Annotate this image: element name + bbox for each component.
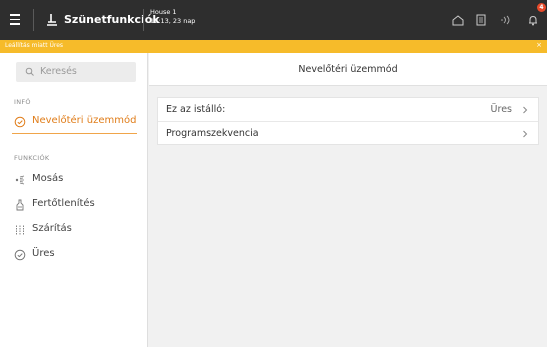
notification-badge: 4 xyxy=(537,3,546,12)
home-icon[interactable] xyxy=(451,13,465,27)
row-program-sequence[interactable]: Programszekvencia xyxy=(158,121,538,144)
app-title: Szünetfunkciók xyxy=(64,13,160,26)
notice-bar: Leállítás miatt Üres × xyxy=(0,40,547,53)
document-icon[interactable] xyxy=(474,13,488,27)
search-placeholder: Keresés xyxy=(40,66,77,77)
sidebar-item-drying[interactable]: Szárítás xyxy=(0,218,147,242)
sidebar-item-label: Szárítás xyxy=(32,223,72,234)
chevron-right-icon xyxy=(523,106,528,114)
search-input[interactable]: Keresés xyxy=(16,62,136,82)
search-icon xyxy=(25,67,34,76)
house-datetime: 12:13, 23 nap xyxy=(150,17,196,25)
signal-icon[interactable] xyxy=(499,13,513,27)
sidebar-item-washing[interactable]: Mosás xyxy=(0,168,147,192)
house-name: House 1 xyxy=(150,8,177,16)
row-this-barn[interactable]: Ez az istálló: Üres xyxy=(158,98,538,121)
notice-text: Leállítás miatt Üres xyxy=(5,42,64,49)
spray-icon xyxy=(15,175,25,185)
sidebar-item-empty[interactable]: Üres xyxy=(0,243,147,267)
disinfect-icon xyxy=(16,199,24,211)
circle-check-icon xyxy=(14,116,26,128)
divider xyxy=(33,9,34,31)
sidebar-item-label: Nevelőtéri üzemmód xyxy=(32,115,137,126)
close-icon[interactable]: × xyxy=(536,41,542,49)
chevron-right-icon xyxy=(523,130,528,138)
top-bar: Szünetfunkciók House 1 12:13, 23 nap 4 xyxy=(0,0,547,40)
section-label-info: INFÓ xyxy=(14,98,31,106)
settings-card: Ez az istálló: Üres Programszekvencia xyxy=(157,97,539,145)
sidebar-item-label: Mosás xyxy=(32,173,64,184)
cow-icon xyxy=(47,14,57,26)
sidebar-item-disinfection[interactable]: Fertőtlenítés xyxy=(0,193,147,217)
row-label: Ez az istálló: xyxy=(166,104,226,115)
dry-icon xyxy=(16,225,24,235)
sidebar-item-label: Fertőtlenítés xyxy=(32,198,95,209)
sidebar: Keresés INFÓ Nevelőtéri üzemmód FUNKCIÓK… xyxy=(0,53,148,347)
circle-check-icon xyxy=(14,249,26,261)
main-header: Nevelőtéri üzemmód xyxy=(149,53,547,86)
bell-icon[interactable] xyxy=(526,13,540,27)
house-selector[interactable]: House 1 12:13, 23 nap xyxy=(150,8,195,26)
section-label-functions: FUNKCIÓK xyxy=(14,154,50,162)
divider xyxy=(143,9,144,31)
sidebar-item-label: Üres xyxy=(32,248,55,259)
sidebar-item-breeding-mode[interactable]: Nevelőtéri üzemmód xyxy=(0,110,147,134)
menu-icon[interactable] xyxy=(10,14,22,26)
page-title: Nevelőtéri üzemmód xyxy=(298,64,398,75)
main-content: Nevelőtéri üzemmód Ez az istálló: Üres P… xyxy=(149,53,547,347)
row-value: Üres xyxy=(490,104,512,115)
row-label: Programszekvencia xyxy=(166,128,259,139)
